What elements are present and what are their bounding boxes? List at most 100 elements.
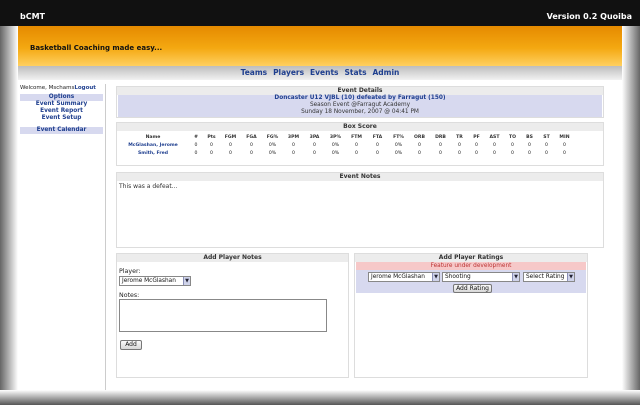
box-score-table: Name # Pts FGM FGA FG% 3PM 3PA 3P% FTM FTA FT% ORB DR… bbox=[117, 133, 574, 157]
box-score-col-header: FGM bbox=[224, 134, 237, 140]
box-score-col-header: FGA bbox=[246, 134, 257, 140]
box-score-col-header: FG% bbox=[266, 134, 279, 140]
nav-events[interactable]: Events bbox=[310, 66, 339, 80]
stat-cell: 0 bbox=[528, 150, 531, 156]
player-name-link[interactable]: Smith, Fred bbox=[117, 149, 189, 157]
player-label: Player: bbox=[119, 268, 141, 275]
stat-cell: 0 bbox=[194, 150, 198, 156]
box-score-title: Box Score bbox=[117, 123, 603, 131]
player-name-link[interactable]: McGlashan, Jerome bbox=[117, 141, 189, 149]
nav-teams[interactable]: Teams bbox=[241, 66, 268, 80]
box-score-col-header: DRB bbox=[435, 134, 446, 140]
nav-players[interactable]: Players bbox=[273, 66, 304, 80]
skill-select[interactable]: Shooting ▼ bbox=[442, 272, 520, 282]
box-score-col-header: FTM bbox=[351, 134, 362, 140]
stat-cell: 0 bbox=[355, 142, 358, 148]
stat-cell: 0 bbox=[418, 150, 421, 156]
app-name: bCMT bbox=[20, 12, 46, 21]
main-nav: Teams Players Events Stats Admin bbox=[18, 66, 622, 80]
stat-cell: 0% bbox=[394, 142, 403, 148]
player-select[interactable]: Jerome McGlashan ▼ bbox=[119, 276, 191, 286]
stat-cell: 0 bbox=[475, 142, 478, 148]
stat-cell: 0 bbox=[313, 142, 316, 148]
stat-cell: 0% bbox=[331, 150, 340, 156]
event-teams[interactable]: Doncaster U12 VJBL (10) defeated by Farr… bbox=[118, 95, 602, 102]
rating-select-value: Select Rating bbox=[526, 274, 565, 280]
stat-cell: 0 bbox=[511, 150, 514, 156]
event-details-panel: Event Details Doncaster U12 VJBL (10) de… bbox=[116, 86, 604, 118]
stat-cell: 0 bbox=[292, 150, 295, 156]
feature-warning: Feature under development bbox=[356, 262, 586, 270]
sidebar-group-event: Options bbox=[20, 94, 103, 101]
welcome-label: Welcome, Mschams bbox=[20, 85, 75, 91]
table-row: McGlashan, Jerome 0 0 0 0 0% 0 0 0% 0 0 0% 0 0 0 0 0 0 0 0 0 bbox=[117, 141, 574, 149]
table-row: Smith, Fred 0 0 0 0 0% 0 0 0% 0 0 0% 0 0 0 0 0 0 0 0 0 bbox=[117, 149, 574, 157]
stat-cell: 0 bbox=[563, 142, 566, 148]
event-details-title: Event Details bbox=[117, 87, 603, 95]
welcome-text: Welcome, MschamsLogout bbox=[18, 84, 105, 92]
chevron-down-icon: ▼ bbox=[512, 273, 519, 281]
header-banner: Basketball Coaching made easy... bbox=[18, 26, 622, 66]
chevron-down-icon: ▼ bbox=[567, 273, 574, 281]
box-score-col-header: Name bbox=[145, 134, 161, 140]
skill-select-value: Shooting bbox=[445, 274, 471, 280]
rating-player-value: Jerome McGlashan bbox=[371, 274, 425, 280]
stat-cell: 0 bbox=[475, 150, 478, 156]
stat-cell: 0 bbox=[511, 142, 514, 148]
stat-cell: 0 bbox=[210, 142, 213, 148]
stat-cell: 0 bbox=[250, 150, 253, 156]
page-shadow-left bbox=[0, 26, 18, 405]
stat-cell: 0% bbox=[268, 142, 277, 148]
stat-cell: 0 bbox=[355, 150, 358, 156]
stat-cell: 0 bbox=[229, 150, 232, 156]
add-note-button[interactable]: Add bbox=[120, 340, 142, 350]
box-score-panel: Box Score Name # Pts FGM FGA FG% 3PM 3PA 3P% FTM F… bbox=[116, 122, 604, 166]
stat-cell: 0% bbox=[394, 150, 403, 156]
sidebar-item-event-calendar[interactable]: Event Calendar bbox=[20, 127, 103, 134]
logout-link[interactable]: Logout bbox=[74, 85, 96, 91]
stat-cell: 0 bbox=[229, 142, 232, 148]
box-score-body: McGlashan, Jerome 0 0 0 0 0% 0 0 0% 0 0 0% 0 0 0 0 0 0 0 0 0… bbox=[117, 141, 574, 157]
rating-player-select[interactable]: Jerome McGlashan ▼ bbox=[368, 272, 440, 282]
nav-admin[interactable]: Admin bbox=[372, 66, 399, 80]
stat-cell: 0 bbox=[493, 142, 496, 148]
stat-cell: 0 bbox=[528, 142, 531, 148]
box-score-header-row: Name # Pts FGM FGA FG% 3PM 3PA 3P% FTM FTA FT% ORB DR… bbox=[117, 133, 574, 141]
sidebar-item-options[interactable]: Options bbox=[20, 94, 103, 101]
add-rating-button[interactable]: Add Rating bbox=[453, 284, 492, 293]
event-type: Season Event @Farragut Academy bbox=[309, 102, 411, 108]
box-score-col-header: AST bbox=[489, 134, 500, 140]
notes-textarea[interactable] bbox=[119, 299, 327, 332]
rating-select[interactable]: Select Rating ▼ bbox=[523, 272, 575, 282]
box-score-col-header: BS bbox=[526, 134, 533, 140]
add-player-ratings-title: Add Player Ratings bbox=[355, 254, 587, 262]
sidebar-item-event-summary[interactable]: Event Summary bbox=[18, 101, 105, 108]
box-score-col-header: 3PA bbox=[309, 134, 320, 140]
stat-cell: 0 bbox=[418, 142, 421, 148]
stat-cell: 0 bbox=[194, 142, 198, 148]
box-score-col-header: MIN bbox=[559, 134, 570, 140]
sidebar: Welcome, MschamsLogout Options Event Sum… bbox=[18, 84, 106, 390]
notes-label: Notes: bbox=[119, 292, 140, 299]
box-score-col-header: TO bbox=[508, 134, 517, 140]
stat-cell: 0 bbox=[376, 150, 379, 156]
box-score-col-header: FTA bbox=[372, 134, 383, 140]
box-score-col-header: ST bbox=[543, 134, 550, 140]
add-player-ratings-panel: Add Player Ratings Feature under develop… bbox=[354, 253, 588, 378]
box-score-col-header: Pts bbox=[207, 134, 216, 140]
stat-cell: 0 bbox=[458, 150, 461, 156]
stat-cell: 0 bbox=[439, 142, 442, 148]
event-notes-text: This was a defeat... bbox=[119, 183, 178, 190]
sidebar-item-event-report[interactable]: Event Report bbox=[18, 108, 105, 115]
box-score-col-header: 3PM bbox=[287, 134, 300, 140]
app-version: Version 0.2 Quoiba bbox=[546, 12, 632, 21]
stat-cell: 0 bbox=[376, 142, 379, 148]
nav-stats[interactable]: Stats bbox=[344, 66, 366, 80]
page-shadow-right bbox=[622, 26, 640, 405]
stat-cell: 0 bbox=[493, 150, 496, 156]
chevron-down-icon: ▼ bbox=[183, 277, 190, 285]
box-score-col-header: 3P% bbox=[329, 134, 342, 140]
add-player-notes-title: Add Player Notes bbox=[117, 254, 348, 262]
sidebar-item-event-setup[interactable]: Event Setup bbox=[18, 115, 105, 122]
stat-cell: 0 bbox=[563, 150, 566, 156]
